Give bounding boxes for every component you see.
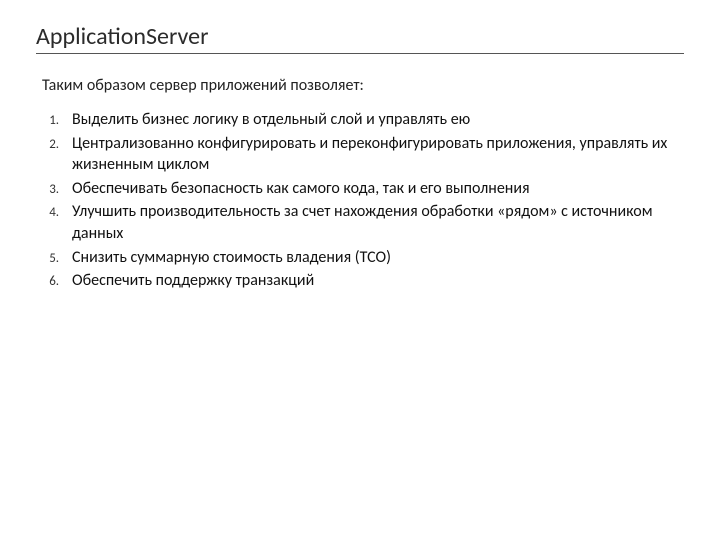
list-item: Выделить бизнес логику в отдельный слой … — [62, 109, 684, 131]
page-title: ApplicationServer — [36, 22, 684, 54]
list-item: Снизить суммарную стоимость владения (TC… — [62, 247, 684, 269]
points-list: Выделить бизнес логику в отдельный слой … — [36, 109, 684, 292]
list-item: Улучшить производительность за счет нахо… — [62, 201, 684, 244]
list-item: Обеспечивать безопасность как самого код… — [62, 178, 684, 200]
list-item: Обеспечить поддержку транзакций — [62, 270, 684, 292]
intro-text: Таким образом сервер приложений позволяе… — [42, 76, 684, 95]
list-item: Централизованно конфигурировать и переко… — [62, 133, 684, 176]
